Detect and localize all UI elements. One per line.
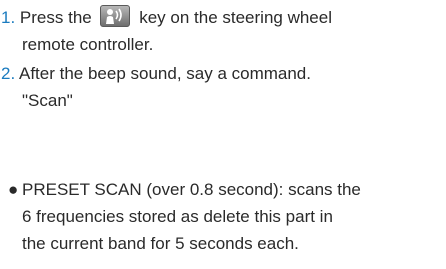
bullet-text: PRESET SCAN (over 0.8 second): scans the [22, 180, 361, 199]
bullet-item: ● PRESET SCAN (over 0.8 second): scans t… [8, 176, 446, 257]
step-1: 1. Press the key on the steering wheel r… [1, 4, 441, 58]
bullet-icon: ● [8, 180, 19, 199]
step-2: 2. After the beep sound, say a command. … [1, 60, 441, 114]
bullet-text: the current band for 5 seconds each. [22, 234, 299, 253]
step-text: Press the [19, 8, 92, 27]
step-text: After the beep sound, say a command. [18, 64, 311, 83]
instruction-page: 1. Press the key on the steering wheel r… [0, 0, 446, 269]
step-text: key on the steering wheel [139, 8, 332, 27]
bullet-text: 6 frequencies stored as delete this part… [22, 207, 333, 226]
step-text-continued: remote controller. [22, 35, 154, 54]
step-number: 1. [1, 8, 16, 27]
voice-talk-icon [100, 5, 131, 27]
command-example: "Scan" [22, 91, 73, 110]
step-number: 2. [1, 64, 16, 83]
